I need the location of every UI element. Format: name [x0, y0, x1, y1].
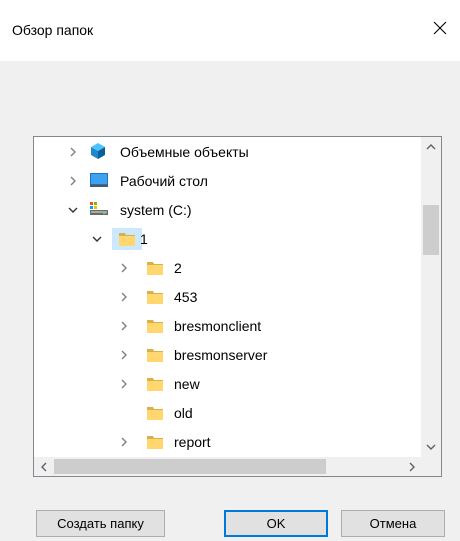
scroll-left-icon[interactable]	[36, 457, 52, 476]
close-button[interactable]	[420, 8, 460, 48]
tree-item-folder-bresmonclient[interactable]: bresmonclient	[34, 312, 422, 340]
tree-item-label: 453	[174, 289, 198, 305]
tree-item-label: 1	[140, 231, 148, 247]
tree-item-folder-bresmonserver[interactable]: bresmonserver	[34, 341, 422, 369]
chevron-down-icon[interactable]	[67, 204, 79, 216]
tree-item-folder-2[interactable]: 2	[34, 254, 422, 282]
folder-icon	[146, 404, 164, 425]
chevron-down-icon[interactable]	[91, 233, 103, 245]
folder-icon	[146, 433, 164, 454]
dialog-title: Обзор папок	[12, 22, 94, 38]
vertical-scroll-thumb[interactable]	[423, 205, 439, 255]
vertical-scrollbar[interactable]	[421, 137, 441, 457]
tree-item-label: report	[174, 434, 211, 450]
folder-tree-view[interactable]: Объемные объекты Рабочий стол system (C:…	[33, 136, 442, 477]
3d-objects-icon	[89, 142, 107, 163]
tree-item-folder-453[interactable]: 453	[34, 283, 422, 311]
folder-icon	[146, 317, 164, 338]
chevron-right-icon[interactable]	[67, 146, 79, 158]
folder-icon	[146, 346, 164, 367]
tree-item-label: Объемные объекты	[120, 144, 249, 160]
folder-browse-dialog: Обзор папок Объемные объекты Рабочий сто…	[0, 0, 460, 541]
chevron-right-icon[interactable]	[118, 349, 130, 361]
tree-item-label: 2	[174, 260, 182, 276]
chevron-right-icon[interactable]	[118, 378, 130, 390]
tree-item-folder-report[interactable]: report	[34, 428, 422, 456]
tree-item-3d-objects[interactable]: Объемные объекты	[34, 138, 422, 166]
folder-icon	[118, 230, 136, 251]
tree-item-label: old	[174, 405, 193, 421]
tree-item-desktop[interactable]: Рабочий стол	[34, 167, 422, 195]
folder-icon	[146, 288, 164, 309]
horizontal-scrollbar[interactable]	[34, 457, 422, 476]
chevron-right-icon[interactable]	[118, 262, 130, 274]
horizontal-scroll-thumb[interactable]	[54, 459, 326, 474]
scroll-down-icon[interactable]	[421, 439, 441, 455]
drive-icon	[89, 201, 109, 220]
chevron-right-icon[interactable]	[118, 291, 130, 303]
folder-icon	[146, 259, 164, 280]
chevron-right-icon[interactable]	[118, 320, 130, 332]
folder-tree: Объемные объекты Рабочий стол system (C:…	[34, 137, 422, 457]
chevron-right-icon[interactable]	[118, 436, 130, 448]
tree-item-label: bresmonserver	[174, 347, 268, 363]
scroll-up-icon[interactable]	[421, 139, 441, 155]
tree-item-label: bresmonclient	[174, 318, 262, 334]
tree-item-folder-old[interactable]: old	[34, 399, 422, 427]
desktop-icon	[89, 172, 109, 191]
tree-item-system-drive[interactable]: system (C:)	[34, 196, 422, 224]
ok-button[interactable]: OK	[224, 510, 328, 537]
folder-icon	[146, 375, 164, 396]
scroll-right-icon[interactable]	[404, 457, 420, 476]
tree-item-label: new	[174, 376, 200, 392]
tree-item-folder-new[interactable]: new	[34, 370, 422, 398]
new-folder-button[interactable]: Создать папку	[36, 510, 165, 537]
chevron-right-icon[interactable]	[67, 175, 79, 187]
cancel-button[interactable]: Отмена	[341, 510, 445, 537]
tree-item-label: system (C:)	[120, 202, 192, 218]
tree-item-label: Рабочий стол	[120, 173, 208, 189]
title-bar: Обзор папок	[0, 0, 460, 61]
scrollbar-corner	[421, 457, 441, 476]
close-icon	[433, 21, 447, 35]
tree-item-folder-1[interactable]: 1	[34, 225, 422, 253]
